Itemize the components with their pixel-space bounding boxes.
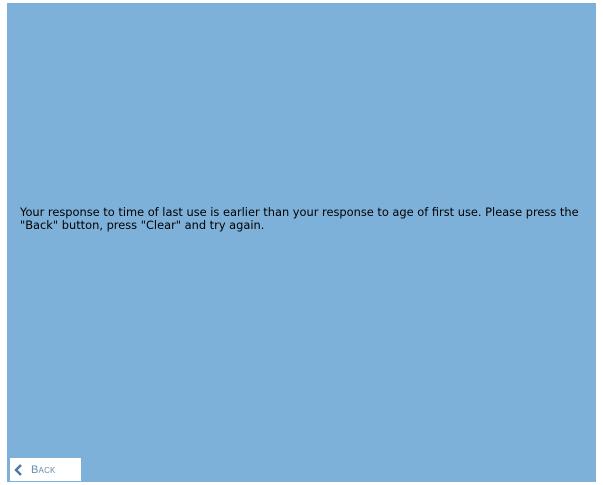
chevron-left-icon [14,463,24,476]
back-button[interactable]: Back [10,458,81,481]
error-message: Your response to time of last use is ear… [20,205,579,232]
main-panel: Your response to time of last use is ear… [7,3,596,482]
back-button-label: Back [31,463,56,476]
